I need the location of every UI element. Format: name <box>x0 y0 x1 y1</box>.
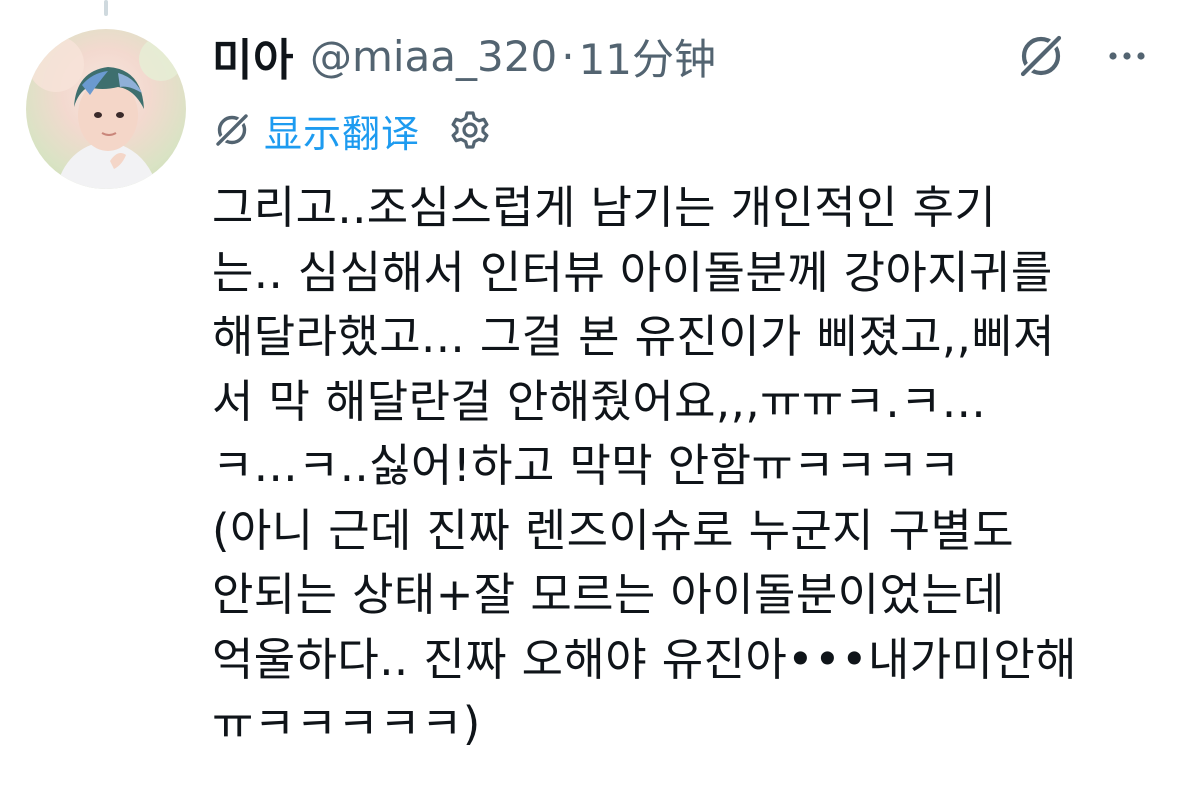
show-translation-link[interactable]: 显示翻译 <box>264 103 420 158</box>
tweet-text-line: (아니 근데 진짜 렌즈이슈로 누군지 구별도 <box>212 503 1015 557</box>
tweet-text-line: 안되는 상태+잘 모르는 아이돌분이었는데 <box>212 568 1005 621</box>
tweet-text-line: ㅠㅋㅋㅋㅋㅋ) <box>212 697 481 750</box>
translate-row: 显示翻译 <box>212 100 494 160</box>
timestamp[interactable]: 11分钟 <box>579 26 716 87</box>
grok-icon <box>1019 34 1063 78</box>
tweet-header: 미아 @miaa_320 · 11分钟 <box>212 24 716 88</box>
more-icon <box>1109 52 1145 60</box>
avatar[interactable] <box>26 29 186 189</box>
tweet-text-line: 는.. 심심해서 인터뷰 아이돌분께 강아지귀를 <box>212 245 1053 299</box>
tweet-text-line: 서 막 해달란걸 안해줬어요,,,ㅠㅠㅋ.ㅋ... <box>212 374 987 428</box>
gear-icon <box>451 111 489 149</box>
user-handle[interactable]: @miaa_320 <box>310 32 557 81</box>
display-name[interactable]: 미아 <box>212 24 294 88</box>
grok-button[interactable] <box>1013 28 1069 84</box>
translate-icon <box>215 113 249 147</box>
avatar-photo <box>28 36 183 189</box>
tweet-text-line: 억울하다.. 진짜 오해야 유진아•••내가미안해 <box>212 632 1077 686</box>
translation-settings-button[interactable] <box>446 106 494 154</box>
thread-connector-line <box>104 0 108 16</box>
separator-dot: · <box>561 31 575 81</box>
tweet-text-line: 그리고..조심스럽게 남기는 개인적인 후기 <box>212 181 997 234</box>
tweet-text-line: 해달라했고... 그걸 본 유진이가 삐졌고,,삐져 <box>212 310 1055 363</box>
tweet-actions <box>1013 28 1149 84</box>
tweet-text-line: ㅋ...ㅋ..싫어!하고 막막 안함ㅠㅋㅋㅋㅋ <box>212 439 961 492</box>
tweet-text: 그리고..조심스럽게 남기는 개인적인 후기 는.. 심심해서 인터뷰 아이돌분… <box>212 176 1152 757</box>
more-button[interactable] <box>1105 28 1149 84</box>
